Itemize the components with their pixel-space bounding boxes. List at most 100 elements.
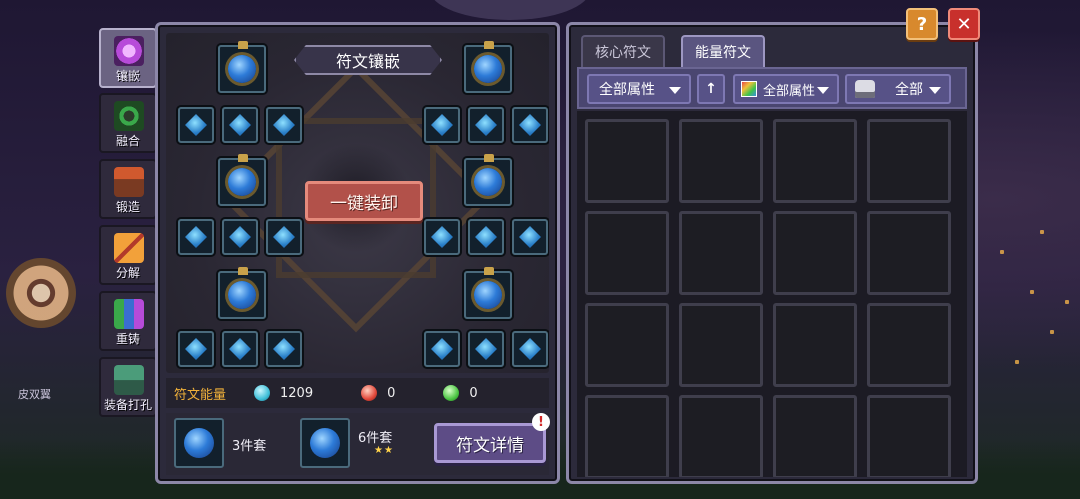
- question-icon: ?: [916, 13, 928, 35]
- blue-rune-icon: [431, 226, 453, 248]
- energy-rune-slot[interactable]: [178, 331, 214, 367]
- panel-title: 符文镶嵌: [294, 45, 442, 75]
- blue-rune-icon: [273, 226, 295, 248]
- inventory-slot[interactable]: [773, 303, 857, 387]
- core-rune-slot[interactable]: [464, 154, 512, 206]
- set-6-stars: ★★: [374, 445, 394, 456]
- inventory-slot[interactable]: [585, 395, 669, 477]
- type-filter-dropdown[interactable]: 全部: [845, 74, 951, 104]
- core-rune-slot[interactable]: [464, 41, 512, 93]
- energy-rune-slot[interactable]: [424, 331, 460, 367]
- element-filter-value: 全部属性: [763, 83, 816, 99]
- tab-inlay[interactable]: 镶嵌: [99, 28, 157, 88]
- energy-rune-slot[interactable]: [222, 219, 258, 255]
- background-npc-label: 皮双翼: [18, 388, 51, 401]
- inventory-slot[interactable]: [867, 395, 951, 477]
- decompose-icon: [114, 233, 144, 263]
- core-rune-slot[interactable]: [464, 267, 512, 319]
- inventory-slot[interactable]: [773, 119, 857, 203]
- inventory-slot[interactable]: [773, 211, 857, 295]
- tab-energy-runes[interactable]: 能量符文: [681, 35, 765, 67]
- energy-rune-slot[interactable]: [266, 331, 302, 367]
- moon: [430, 0, 590, 20]
- chevron-down-icon: [929, 87, 941, 94]
- energy-label: 符文能量: [174, 387, 227, 403]
- tab-recast-label: 重铸: [115, 332, 140, 346]
- energy-rune-slot[interactable]: [266, 107, 302, 143]
- energy-rune-slot[interactable]: [468, 219, 504, 255]
- tab-decompose[interactable]: 分解: [99, 225, 157, 285]
- rune-socket-board: 符文镶嵌 一键装卸: [166, 33, 549, 373]
- rune-inlay-panel: 符文镶嵌 一键装卸 符文能量 1209 0 0 3件套 6件套 ★★ 符文详情 …: [155, 22, 560, 484]
- blue-rune-gem-icon: [228, 281, 256, 309]
- tab-forge[interactable]: 锻造: [99, 159, 157, 219]
- blue-rune-icon: [519, 226, 541, 248]
- inventory-slot[interactable]: [679, 395, 763, 477]
- energy-rune-slot[interactable]: [222, 107, 258, 143]
- blue-rune-gem-icon: [184, 428, 214, 458]
- tab-drill-label: 装备打孔: [103, 398, 152, 412]
- inventory-slot[interactable]: [585, 211, 669, 295]
- rune-energy-bar: 符文能量 1209 0 0: [166, 378, 549, 408]
- blue-rune-gem-icon: [228, 55, 256, 83]
- energy-rune-slot[interactable]: [178, 219, 214, 255]
- energy-rune-slot[interactable]: [512, 331, 548, 367]
- blue-rune-icon: [229, 226, 251, 248]
- tab-drill[interactable]: 装备打孔: [99, 357, 157, 417]
- blue-rune-icon: [475, 338, 497, 360]
- inventory-slot[interactable]: [585, 303, 669, 387]
- inventory-slot[interactable]: [867, 119, 951, 203]
- rune-inlay-icon: [114, 36, 144, 66]
- set-6-slot[interactable]: [300, 418, 350, 468]
- set-3-label: 3件套: [232, 439, 267, 454]
- fusion-icon: [114, 101, 144, 131]
- set-3-slot[interactable]: [174, 418, 224, 468]
- rainbow-element-icon: [741, 81, 757, 97]
- energy-rune-slot[interactable]: [424, 219, 460, 255]
- tab-core-runes[interactable]: 核心符文: [581, 35, 665, 67]
- blue-rune-icon: [273, 338, 295, 360]
- inventory-slot[interactable]: [867, 211, 951, 295]
- blue-rune-icon: [475, 114, 497, 136]
- one-click-unequip-button[interactable]: 一键装卸: [305, 181, 423, 221]
- blue-rune-gem-icon: [474, 168, 502, 196]
- energy-rune-slot[interactable]: [468, 331, 504, 367]
- tab-fusion[interactable]: 融合: [99, 93, 157, 153]
- energy-rune-slot[interactable]: [468, 107, 504, 143]
- inventory-slot[interactable]: [679, 119, 763, 203]
- inventory-slot[interactable]: [867, 303, 951, 387]
- element-filter-dropdown[interactable]: 全部属性: [733, 74, 839, 104]
- core-rune-slot[interactable]: [218, 154, 266, 206]
- energy-rune-slot[interactable]: [424, 107, 460, 143]
- crown-icon: [238, 154, 248, 162]
- blue-rune-icon: [229, 114, 251, 136]
- energy-green-value: 0: [469, 385, 478, 401]
- core-rune-slot[interactable]: [218, 41, 266, 93]
- crown-icon: [484, 154, 494, 162]
- help-button[interactable]: ?: [906, 8, 938, 40]
- energy-rune-slot[interactable]: [222, 331, 258, 367]
- blue-rune-icon: [229, 338, 251, 360]
- inventory-slot[interactable]: [679, 211, 763, 295]
- close-icon: ✕: [956, 13, 972, 35]
- inventory-slot[interactable]: [773, 395, 857, 477]
- sort-order-button[interactable]: ↑: [697, 74, 725, 104]
- chevron-down-icon: [669, 87, 681, 94]
- energy-rune-slot[interactable]: [512, 219, 548, 255]
- crown-icon: [484, 267, 494, 275]
- blue-rune-icon: [185, 114, 207, 136]
- tab-inlay-label: 镶嵌: [115, 69, 140, 83]
- blue-rune-gem-icon: [474, 281, 502, 309]
- close-button[interactable]: ✕: [948, 8, 980, 40]
- attribute-filter-dropdown[interactable]: 全部属性: [587, 74, 691, 104]
- inventory-slot[interactable]: [679, 303, 763, 387]
- energy-rune-slot[interactable]: [266, 219, 302, 255]
- rune-details-button[interactable]: 符文详情: [434, 423, 546, 463]
- crown-icon: [238, 41, 248, 49]
- energy-rune-slot[interactable]: [512, 107, 548, 143]
- core-rune-slot[interactable]: [218, 267, 266, 319]
- tab-recast[interactable]: 重铸: [99, 291, 157, 351]
- energy-blue-value: 1209: [280, 385, 314, 401]
- energy-rune-slot[interactable]: [178, 107, 214, 143]
- inventory-slot[interactable]: [585, 119, 669, 203]
